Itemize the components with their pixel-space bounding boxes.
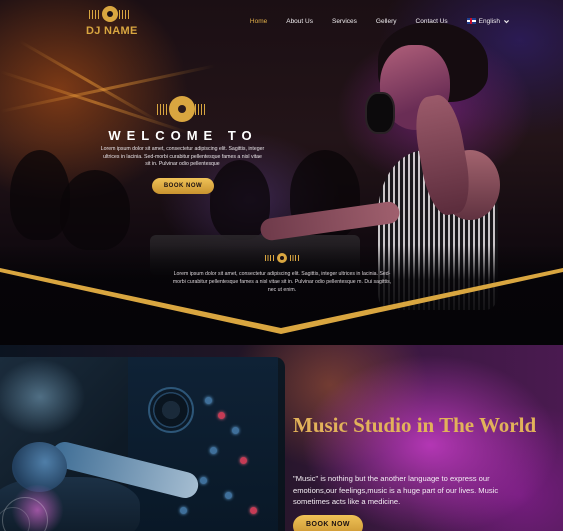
nav-item-contact-us[interactable]: Contact Us <box>416 18 448 25</box>
soundwave-icon <box>89 10 101 19</box>
studio-description: "Music" is nothing but the another langu… <box>293 474 499 506</box>
soundwave-icon <box>265 255 274 261</box>
brand-logo[interactable]: DJ NAME <box>86 3 138 39</box>
controller-knob <box>225 492 232 499</box>
chevron-down-icon <box>504 19 509 23</box>
soundwave-icon <box>195 104 207 115</box>
controller-knob <box>200 477 207 484</box>
brand-name: DJ NAME <box>86 25 138 37</box>
language-label: English <box>478 17 500 25</box>
soundwave-icon <box>119 10 131 19</box>
jog-wheel <box>148 387 194 433</box>
vinyl-icon <box>277 253 287 263</box>
nav-item-about-us[interactable]: About Us <box>286 18 313 25</box>
controller-knob <box>250 507 257 514</box>
hero-paragraph: Lorem ipsum dolor sit amet, consectetur … <box>100 146 265 168</box>
mini-vinyl-emblem <box>263 253 301 263</box>
headphones-icon <box>365 92 395 134</box>
nav-item-services[interactable]: Services <box>332 18 357 25</box>
main-nav: Home About Us Services Gellery Contact U… <box>231 14 510 28</box>
studio-book-now-button[interactable]: BOOK NOW <box>293 515 363 531</box>
hero-heading: WELCOME TO <box>108 128 258 143</box>
nav-item-gallery[interactable]: Gellery <box>376 18 397 25</box>
studio-section: Music Studio in The World "Music" is not… <box>0 345 563 531</box>
studio-photo <box>0 357 285 531</box>
controller-knob <box>218 412 225 419</box>
controller-knob <box>205 397 212 404</box>
crowd-silhouette <box>60 170 130 250</box>
vinyl-icon <box>102 6 118 22</box>
vinyl-icon <box>169 96 195 122</box>
language-selector[interactable]: English <box>466 17 510 25</box>
controller-knob <box>210 447 217 454</box>
hero-section: DJ NAME Home About Us Services Gellery C… <box>0 0 563 345</box>
uk-flag-icon <box>466 18 476 24</box>
studio-title: Music Studio in The World <box>293 413 537 437</box>
hero-paragraph-secondary: Lorem ipsum dolor sit amet, consectetur … <box>172 271 392 293</box>
controller-knob <box>232 427 239 434</box>
nav-item-home[interactable]: Home <box>250 18 267 25</box>
controller-knob <box>240 457 247 464</box>
dj-controller <box>128 357 278 531</box>
soundwave-icon <box>157 104 169 115</box>
soundwave-icon <box>290 255 299 261</box>
controller-knob <box>180 507 187 514</box>
book-now-button[interactable]: BOOK NOW <box>152 178 214 194</box>
hero-vinyl-emblem <box>157 96 207 124</box>
